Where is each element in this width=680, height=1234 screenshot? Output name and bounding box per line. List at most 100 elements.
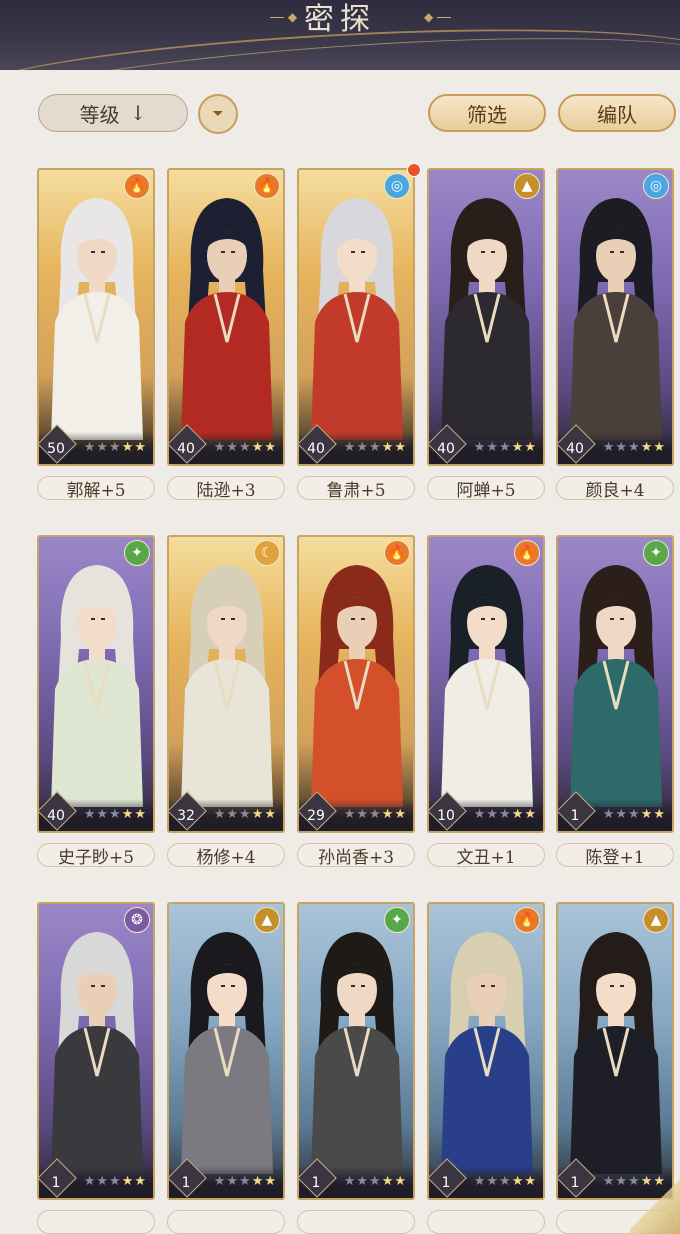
water-element-icon: ◎ [384,173,410,199]
agent-card[interactable]: ❂ 1 ★★★★★ [37,902,155,1200]
star-icon: ★ [121,440,135,455]
character-portrait [305,192,409,440]
level-number: 1 [570,808,580,824]
star-icon: ★ [109,807,122,822]
star-icon: ★ [264,1174,277,1189]
filter-button[interactable]: 筛选 [428,94,546,132]
star-icon: ★ [473,1174,487,1189]
star-icon: ★ [109,440,122,455]
fire-element-icon: 🔥 [124,173,150,199]
agent-card[interactable]: 🔥 1 ★★★★★ [427,902,545,1200]
agent-name-tag: 陆逊+3 [167,476,285,501]
character-portrait [175,926,279,1174]
star-icon: ★ [615,807,629,822]
dark-element-icon: ❂ [124,907,150,933]
fire-element-icon: 🔥 [514,540,540,566]
star-icon: ★ [394,1174,407,1189]
star-icon: ★ [486,440,500,455]
star-icon: ★ [369,1174,382,1189]
star-rating: ★★★★★ [344,1174,407,1189]
star-icon: ★ [473,807,487,822]
agent-card[interactable]: ☾ 32 ★★★★★ [167,535,285,833]
agent-card[interactable]: 🔥 10 ★★★★★ [427,535,545,833]
star-icon: ★ [615,440,629,455]
agent-name-tag [167,1210,285,1234]
star-icon: ★ [369,440,382,455]
agent-name-tag: 史子眇+5 [37,843,155,868]
level-number: 1 [311,1175,321,1191]
character-portrait [564,192,668,440]
character-portrait [435,192,539,440]
agent-card[interactable]: ✦ 40 ★★★★★ [37,535,155,833]
earth-element-icon: ▲ [643,907,669,933]
agent-card[interactable]: ◎ 40 ★★★★★ [556,168,674,466]
fire-element-icon: 🔥 [514,907,540,933]
star-icon: ★ [511,1174,525,1189]
character-portrait [45,192,149,440]
fire-element-icon: 🔥 [384,540,410,566]
star-icon: ★ [134,440,147,455]
level-number: 40 [566,441,584,457]
level-number: 50 [47,441,65,457]
star-rating: ★★★★★ [84,1174,147,1189]
star-icon: ★ [602,807,616,822]
star-icon: ★ [511,807,525,822]
level-number: 1 [441,1175,451,1191]
star-icon: ★ [653,807,666,822]
star-icon: ★ [499,440,512,455]
agent-name-tag [427,1210,545,1234]
star-icon: ★ [213,440,227,455]
agent-card[interactable]: ▲ 40 ★★★★★ [427,168,545,466]
agent-name-tag: 文丑+1 [427,843,545,868]
star-icon: ★ [486,807,500,822]
star-icon: ★ [213,807,227,822]
star-icon: ★ [640,807,654,822]
character-portrait [305,926,409,1174]
team-button[interactable]: 编队 [558,94,676,132]
sort-order-toggle-button[interactable]: ⏷ [198,94,238,134]
star-icon: ★ [239,807,252,822]
star-icon: ★ [615,1174,629,1189]
star-icon: ★ [394,440,407,455]
star-rating: ★★★★★ [214,807,277,822]
character-portrait [45,559,149,807]
agent-card[interactable]: ✦ 1 ★★★★★ [556,535,674,833]
wind-element-icon: ✦ [643,540,669,566]
agent-name-tag: 陈登+1 [556,843,674,868]
agent-card[interactable]: ✦ 1 ★★★★★ [297,902,415,1200]
sort-by-level-button[interactable]: 等级 ↓ [38,94,188,132]
agent-name-tag: 孙尚香+3 [297,843,415,868]
star-icon: ★ [343,807,357,822]
star-icon: ★ [394,807,407,822]
agent-card[interactable]: 🔥 40 ★★★★★ [167,168,285,466]
star-icon: ★ [121,807,135,822]
star-icon: ★ [96,1174,110,1189]
star-icon: ★ [226,807,240,822]
agent-card[interactable]: 🔥 50 ★★★★★ [37,168,155,466]
star-icon: ★ [381,1174,395,1189]
agent-card[interactable]: ▲1★★★★★ [167,902,285,1200]
wind-element-icon: ✦ [384,907,410,933]
agent-name-tag [37,1210,155,1234]
agent-card[interactable]: ▲1★★★★★ [556,902,674,1200]
star-icon: ★ [134,1174,147,1189]
team-label: 编队 [597,102,637,127]
agent-card[interactable]: ◎ 40 ★★★★★ [297,168,415,466]
level-number: 29 [307,808,325,824]
star-icon: ★ [83,807,97,822]
star-icon: ★ [134,807,147,822]
star-icon: ★ [343,440,357,455]
star-icon: ★ [369,807,382,822]
star-icon: ★ [473,440,487,455]
star-rating: ★★★★★ [474,1174,537,1189]
star-icon: ★ [251,807,265,822]
level-number: 10 [437,808,455,824]
chevron-down-icon: ⏷ [212,106,224,122]
star-icon: ★ [251,440,265,455]
filter-label: 筛选 [467,102,507,127]
star-icon: ★ [343,1174,357,1189]
star-icon: ★ [356,440,370,455]
earth-element-icon: ▲ [254,907,280,933]
earth-element-icon: ▲ [514,173,540,199]
agent-card[interactable]: 🔥 29 ★★★★★ [297,535,415,833]
